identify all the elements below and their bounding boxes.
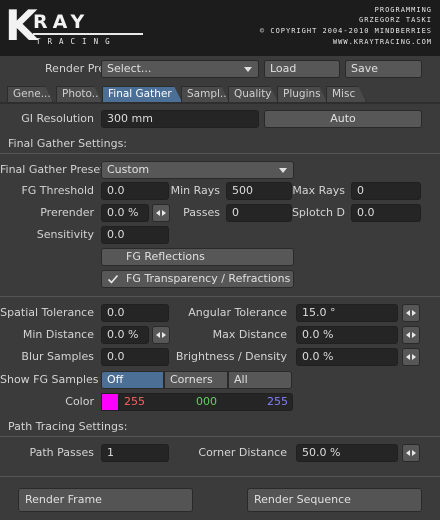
arrow-left-icon bbox=[406, 310, 410, 316]
arrow-right-icon bbox=[412, 332, 416, 338]
kray-logo-k: K bbox=[5, 1, 38, 50]
splotch-label: Splotch D bbox=[291, 206, 345, 219]
angular-tolerance-label: Angular Tolerance bbox=[188, 306, 287, 319]
prerender-input[interactable]: 0.0 % bbox=[101, 204, 149, 222]
tab-final-gather[interactable]: Final Gather bbox=[102, 86, 182, 102]
min-rays-input[interactable]: 500 bbox=[226, 182, 292, 200]
tab-quality[interactable]: Quality bbox=[228, 86, 278, 102]
fg-preset-select[interactable]: Custom bbox=[101, 161, 294, 179]
kray-logo-ray: RAY bbox=[33, 11, 90, 33]
credit-line-4: WWW.KRAYTRACING.COM bbox=[332, 38, 432, 46]
brightness-density-label: Brightness / Density bbox=[175, 350, 287, 363]
min-distance-stepper[interactable] bbox=[152, 326, 170, 344]
arrow-right-icon bbox=[412, 354, 416, 360]
gi-resolution-input[interactable]: 300 mm bbox=[101, 110, 259, 128]
tab-sampling[interactable]: Sampl... bbox=[181, 86, 229, 102]
chevron-down-icon bbox=[279, 168, 287, 173]
tab-photons[interactable]: Photo... bbox=[56, 86, 102, 102]
show-fg-samples-label: Show FG Samples bbox=[0, 373, 99, 386]
gi-resolution-label: GI Resolution bbox=[21, 112, 94, 125]
render-sequence-button[interactable]: Render Sequence bbox=[247, 488, 422, 512]
section-divider bbox=[0, 153, 440, 154]
arrow-right-icon bbox=[412, 310, 416, 316]
show-fg-all-option[interactable]: All bbox=[228, 371, 292, 389]
chevron-down-icon bbox=[244, 67, 252, 72]
min-distance-label: Min Distance bbox=[22, 328, 94, 341]
max-distance-input[interactable]: 0.0 % bbox=[296, 326, 398, 344]
max-rays-input[interactable]: 0 bbox=[351, 182, 421, 200]
max-rays-label: Max Rays bbox=[292, 184, 345, 197]
fg-preset-label: Final Gather Preset bbox=[0, 163, 105, 176]
blur-samples-input[interactable]: 0.0 bbox=[101, 348, 169, 366]
fg-transparency-checkbox[interactable]: FG Transparency / Refractions bbox=[101, 270, 294, 288]
sensitivity-input[interactable]: 0.0 bbox=[101, 226, 169, 244]
color-red-value: 255 bbox=[124, 395, 145, 408]
sensitivity-label: Sensitivity bbox=[36, 228, 94, 241]
arrow-left-icon bbox=[406, 332, 410, 338]
corner-distance-input[interactable]: 50.0 % bbox=[296, 444, 398, 462]
arrow-left-icon bbox=[156, 332, 160, 338]
color-swatch[interactable] bbox=[101, 393, 119, 411]
final-gather-settings-heading: Final Gather Settings: bbox=[8, 137, 128, 150]
tab-general[interactable]: Gene... bbox=[7, 86, 53, 102]
angular-tolerance-stepper[interactable] bbox=[402, 304, 420, 322]
path-passes-input[interactable]: 1 bbox=[101, 444, 169, 462]
tab-plugins[interactable]: Plugins bbox=[277, 86, 327, 102]
passes-label: Passes bbox=[183, 206, 220, 219]
render-frame-button[interactable]: Render Frame bbox=[18, 488, 193, 512]
max-distance-stepper[interactable] bbox=[402, 326, 420, 344]
credit-line-3: © COPYRIGHT 2004-2010 MINDBERRIES bbox=[259, 27, 432, 35]
render-preset-value: Select... bbox=[107, 62, 152, 75]
color-green-value: 000 bbox=[196, 395, 217, 408]
arrow-left-icon bbox=[406, 354, 410, 360]
brightness-density-input[interactable]: 0.0 % bbox=[296, 348, 398, 366]
path-tracing-settings-heading: Path Tracing Settings: bbox=[8, 420, 128, 433]
save-button[interactable]: Save bbox=[345, 60, 422, 78]
section-divider bbox=[0, 476, 440, 477]
corner-distance-label: Corner Distance bbox=[198, 446, 287, 459]
section-divider bbox=[0, 296, 440, 297]
show-fg-corners-option[interactable]: Corners bbox=[164, 371, 228, 389]
prerender-label: Prerender bbox=[40, 206, 94, 219]
spatial-tolerance-label: Spatial Tolerance bbox=[0, 306, 94, 319]
spatial-tolerance-input[interactable]: 0.0 bbox=[101, 304, 169, 322]
load-button[interactable]: Load bbox=[264, 60, 340, 78]
logo-underline bbox=[33, 33, 143, 35]
passes-input[interactable]: 0 bbox=[226, 204, 292, 222]
show-fg-off-option[interactable]: Off bbox=[101, 371, 164, 389]
fg-threshold-input[interactable]: 0.0 bbox=[101, 182, 169, 200]
arrow-right-icon bbox=[162, 332, 166, 338]
color-label: Color bbox=[65, 395, 94, 408]
render-preset-select[interactable]: Select... bbox=[101, 60, 259, 78]
checkmark-icon bbox=[107, 273, 119, 285]
fg-transparency-label: FG Transparency / Refractions bbox=[126, 272, 291, 285]
fg-reflections-label: FG Reflections bbox=[126, 250, 205, 263]
brightness-density-stepper[interactable] bbox=[402, 348, 420, 366]
fg-preset-value: Custom bbox=[107, 163, 150, 176]
arrow-right-icon bbox=[412, 450, 416, 456]
tab-baseline bbox=[0, 102, 440, 104]
splotch-input[interactable]: 0.0 bbox=[351, 204, 421, 222]
angular-tolerance-input[interactable]: 15.0 ° bbox=[296, 304, 398, 322]
arrow-left-icon bbox=[406, 450, 410, 456]
path-passes-label: Path Passes bbox=[29, 446, 94, 459]
color-rgb-field[interactable]: 255 000 255 bbox=[119, 393, 293, 411]
color-blue-value: 255 bbox=[267, 395, 288, 408]
min-distance-input[interactable]: 0.0 % bbox=[101, 326, 149, 344]
min-rays-label: Min Rays bbox=[170, 184, 220, 197]
blur-samples-label: Blur Samples bbox=[21, 350, 94, 363]
credit-line-2: GRZEGORZ TASKI bbox=[358, 16, 432, 24]
fg-threshold-label: FG Threshold bbox=[21, 184, 94, 197]
max-distance-label: Max Distance bbox=[212, 328, 287, 341]
checkbox-empty-icon bbox=[107, 251, 119, 263]
kray-logo-tracing: TRACING bbox=[36, 37, 117, 46]
fg-reflections-checkbox[interactable]: FG Reflections bbox=[101, 248, 294, 266]
corner-distance-stepper[interactable] bbox=[402, 444, 420, 462]
auto-button[interactable]: Auto bbox=[264, 110, 422, 128]
tab-misc[interactable]: Misc bbox=[326, 86, 366, 102]
credit-line-1: PROGRAMMING bbox=[374, 6, 432, 14]
section-divider bbox=[0, 436, 440, 437]
